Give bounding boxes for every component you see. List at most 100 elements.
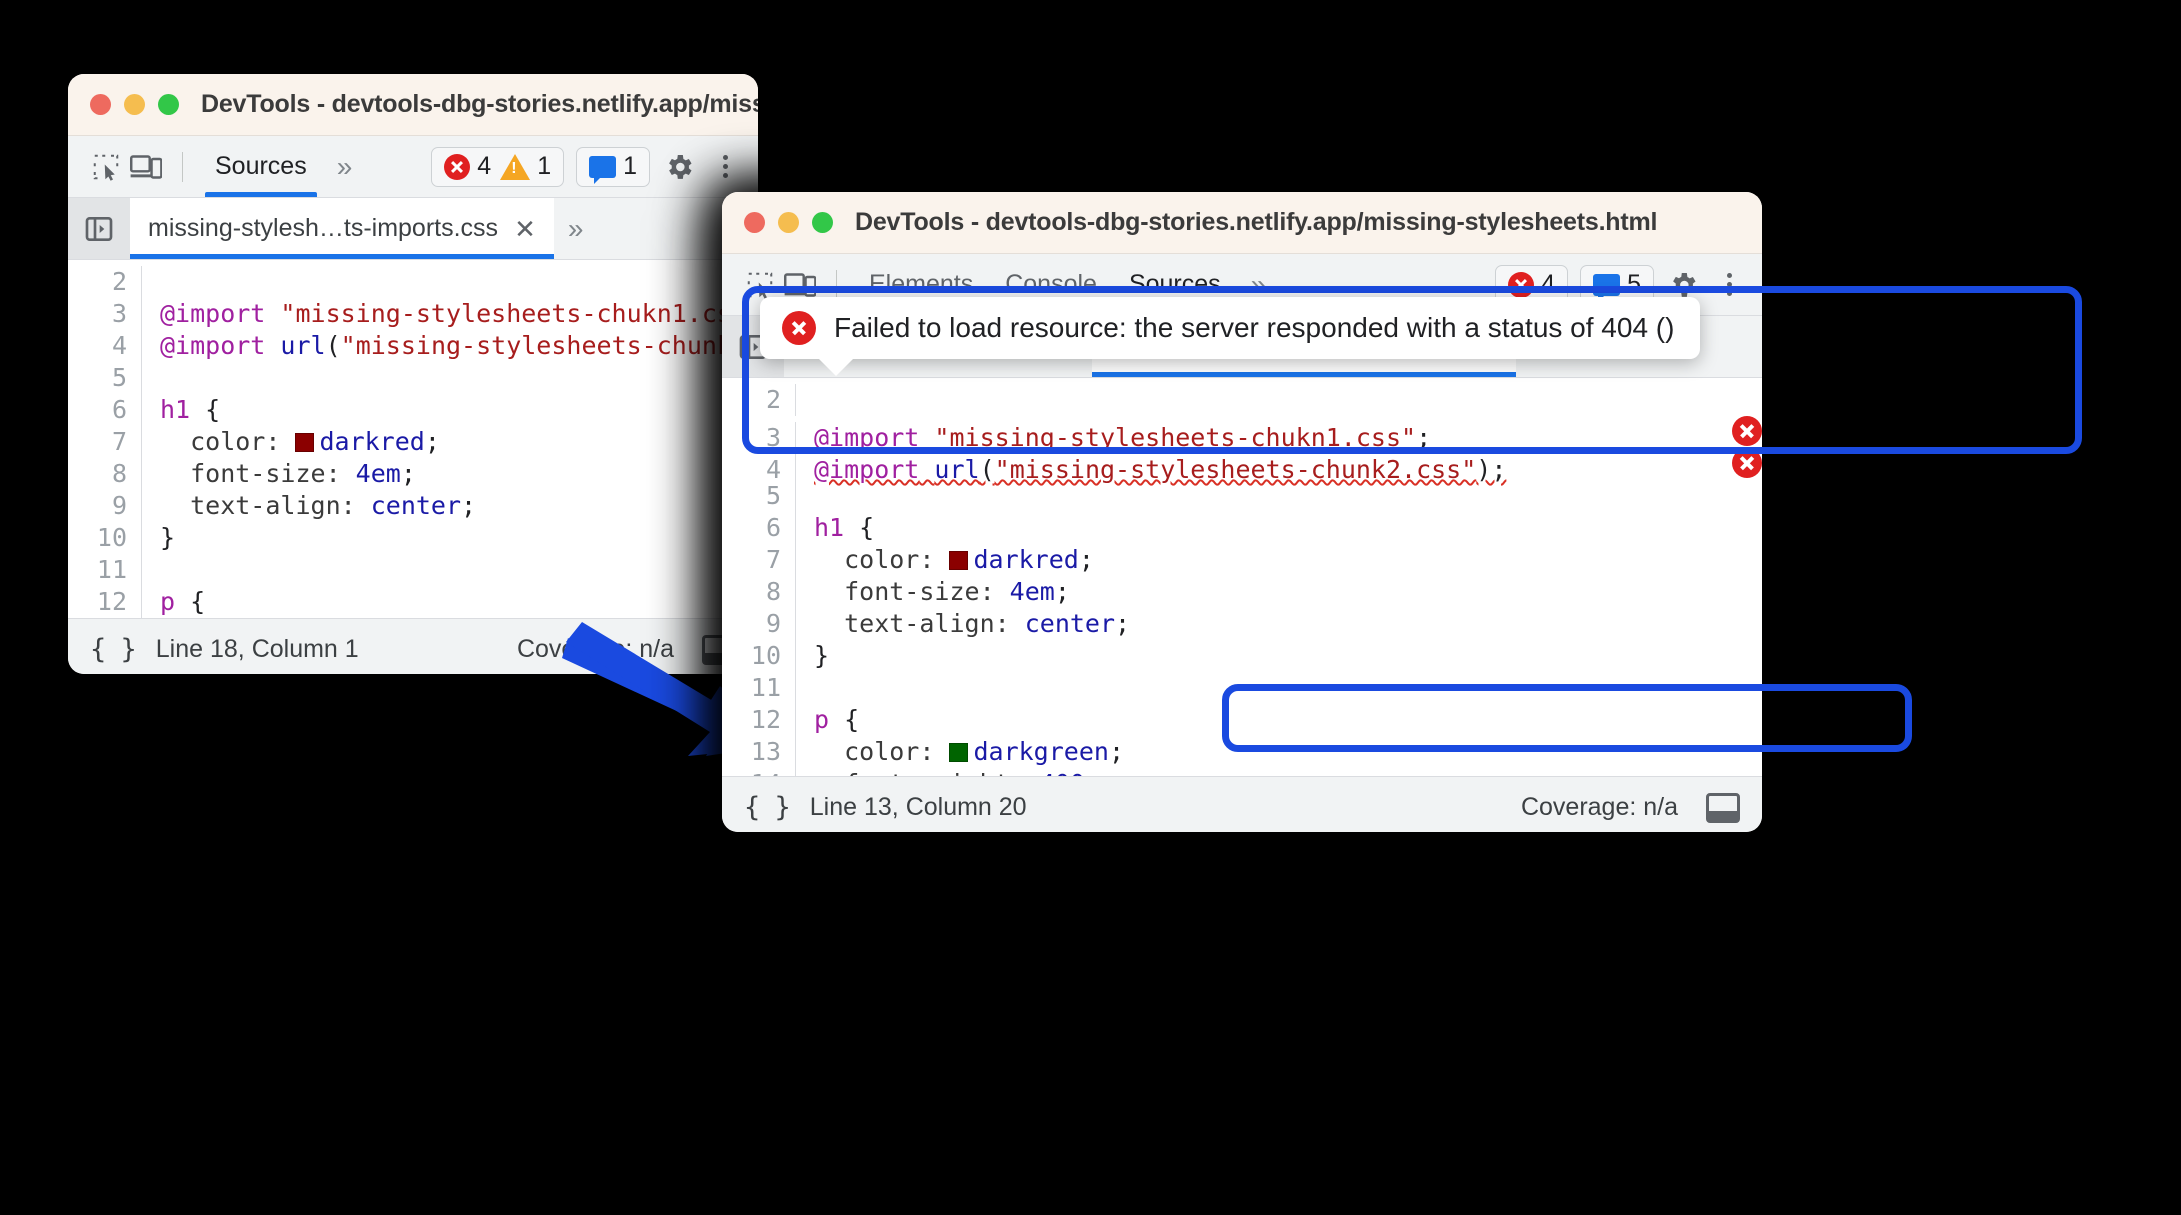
window-titlebar-back[interactable]: DevTools - devtools-dbg-stories.netlify.… [68, 74, 758, 136]
close-icon[interactable]: ✕ [514, 216, 536, 242]
code-line: 9 text-align: center; [68, 490, 758, 522]
line-number: 8 [722, 576, 796, 608]
traffic-lights-back [90, 94, 179, 115]
line-content: } [814, 641, 830, 670]
pretty-print-icon[interactable]: { } [744, 792, 791, 823]
devtools-window-front[interactable]: DevTools - devtools-dbg-stories.netlify.… [722, 192, 1762, 832]
line-number: 11 [68, 554, 142, 586]
close-window-button[interactable] [90, 94, 111, 115]
code-editor-front[interactable]: 2 3 @import "missing-stylesheets-chukn1.… [722, 378, 1762, 776]
code-line: 5 [68, 362, 758, 394]
inline-error-icon[interactable] [1732, 416, 1762, 446]
pretty-print-icon[interactable]: { } [90, 634, 137, 665]
code-line: 11 [68, 554, 758, 586]
code-line-error: 3 @import "missing-stylesheets-chukn1.cs… [722, 416, 1762, 454]
minimize-window-button[interactable] [778, 212, 799, 233]
error-count: 4 [477, 152, 492, 180]
more-tabs-chevron-icon[interactable]: » [554, 198, 598, 260]
code-line: 13 color: darkgreen; [722, 736, 1762, 768]
tab-sources[interactable]: Sources [199, 136, 323, 197]
gear-icon[interactable] [662, 150, 696, 184]
line-content: @import url("missing-stylesheets-chunk2.… [160, 331, 758, 360]
line-content: font-size: 4em; [160, 459, 416, 488]
code-line: 3 @import "missing-stylesheets-chukn1.cs… [68, 298, 758, 330]
line-number: 5 [68, 362, 142, 394]
line-content: h1 { [160, 395, 221, 424]
color-swatch-darkred[interactable] [295, 433, 315, 452]
code-line: 4 @import url("missing-stylesheets-chunk… [68, 330, 758, 362]
window-titlebar-front[interactable]: DevTools - devtools-dbg-stories.netlify.… [722, 192, 1762, 254]
line-number: 7 [722, 544, 796, 576]
line-content: color: darkred; [160, 427, 440, 456]
line-number: 6 [68, 394, 142, 426]
line-content: @import "missing-stylesheets-chukn1.css"… [814, 423, 1432, 452]
message-icon [589, 155, 617, 184]
line-content: color: darkgreen; [814, 737, 1124, 766]
error-count-group[interactable]: 4 [444, 152, 491, 181]
line-number: 4 [68, 330, 142, 362]
inspect-element-icon[interactable] [86, 147, 126, 187]
line-content: } [160, 523, 176, 552]
cursor-position: Line 13, Column 20 [809, 793, 1027, 821]
message-icon [1593, 273, 1621, 302]
code-line: 10 } [68, 522, 758, 554]
message-count: 5 [1627, 270, 1641, 298]
file-tab-css-back[interactable]: missing-stylesh…ts-imports.css ✕ [130, 198, 554, 259]
screenshot-stage: DevTools - devtools-dbg-stories.netlify.… [0, 0, 2181, 1215]
color-swatch-darkred[interactable] [949, 551, 969, 570]
device-toolbar-icon[interactable] [126, 147, 166, 187]
error-count-group[interactable]: 4 [1508, 270, 1555, 299]
line-number: 2 [68, 266, 142, 298]
error-icon [782, 311, 816, 345]
devtools-window-back[interactable]: DevTools - devtools-dbg-stories.netlify.… [68, 74, 758, 674]
message-count-group[interactable]: 1 [589, 152, 637, 184]
line-number: 13 [722, 736, 796, 768]
line-content: text-align: center; [814, 609, 1131, 638]
kebab-menu-icon[interactable] [1712, 268, 1746, 302]
more-panels-chevron-icon[interactable]: » [1237, 270, 1281, 299]
warning-count: 1 [537, 152, 552, 180]
show-drawer-icon[interactable] [1706, 792, 1740, 823]
toolbar-divider [836, 269, 837, 300]
devtools-toolbar-back[interactable]: Sources » 4 1 1 [68, 136, 758, 198]
close-window-button[interactable] [744, 212, 765, 233]
line-number: 9 [68, 490, 142, 522]
error-icon [1508, 271, 1535, 298]
line-content: h1 { [814, 513, 875, 542]
message-count: 1 [623, 152, 637, 180]
issues-counter-back[interactable]: 4 1 [431, 146, 565, 187]
maximize-window-button[interactable] [812, 212, 833, 233]
line-number: 12 [722, 704, 796, 736]
show-navigator-icon[interactable] [68, 198, 130, 259]
message-count-group[interactable]: 5 [1593, 270, 1641, 302]
line-number: 3 [68, 298, 142, 330]
more-panels-chevron-icon[interactable]: » [323, 152, 367, 181]
inline-error-icon[interactable] [1732, 448, 1762, 478]
code-line: 8 font-size: 4em; [68, 458, 758, 490]
error-icon [444, 153, 471, 180]
code-line: 2 [722, 384, 1762, 416]
minimize-window-button[interactable] [124, 94, 145, 115]
code-editor-back[interactable]: 2 3 @import "missing-stylesheets-chukn1.… [68, 260, 758, 618]
line-content: color: darkred; [814, 545, 1094, 574]
code-line: 6 h1 { [68, 394, 758, 426]
line-content: text-align: center; [160, 491, 477, 520]
code-line: 11 [722, 672, 1762, 704]
window-title-back: DevTools - devtools-dbg-stories.netlify.… [201, 90, 758, 118]
code-line: 8 font-size: 4em; [722, 576, 1762, 608]
line-number: 7 [68, 426, 142, 458]
line-content: font-size: 4em; [814, 577, 1070, 606]
warning-icon [500, 153, 531, 180]
maximize-window-button[interactable] [158, 94, 179, 115]
line-content: @import url("missing-stylesheets-chunk2.… [814, 455, 1507, 484]
error-tooltip: Failed to load resource: the server resp… [760, 297, 1701, 376]
messages-counter-back[interactable]: 1 [576, 146, 650, 187]
kebab-menu-icon[interactable] [708, 150, 742, 184]
status-bar-front: { } Line 13, Column 20 Coverage: n/a [722, 776, 1762, 832]
color-swatch-darkgreen[interactable] [949, 743, 969, 762]
warning-count-group[interactable]: 1 [500, 152, 551, 181]
file-tabstrip-back[interactable]: missing-stylesh…ts-imports.css ✕ » [68, 198, 758, 260]
coverage-label: Coverage: n/a [516, 635, 674, 663]
code-line: 10 } [722, 640, 1762, 672]
line-number: 2 [722, 384, 796, 416]
